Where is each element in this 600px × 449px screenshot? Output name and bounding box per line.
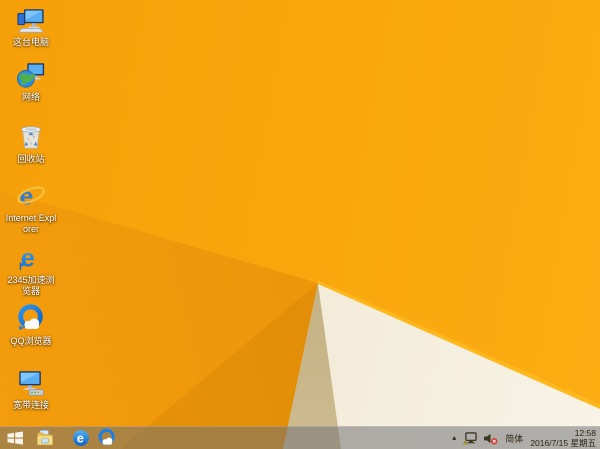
this-pc-icon <box>17 9 44 33</box>
qq-browser-icon <box>18 304 43 331</box>
svg-text:e: e <box>21 244 35 272</box>
desktop-icon-label: Internet Explorer <box>5 213 57 234</box>
desktop-icon-label: 宽带连接 <box>12 400 49 410</box>
svg-text:e: e <box>77 432 84 446</box>
internet-explorer-icon: e <box>17 183 45 210</box>
desktop-icon-label: 2345加速浏览器 <box>7 275 55 296</box>
desktop-icon-recycle-bin[interactable]: 回收站 <box>0 122 62 165</box>
taskbar-file-explorer-button[interactable] <box>32 427 58 449</box>
start-button[interactable] <box>2 427 28 449</box>
tray-overflow-arrow-icon[interactable]: ▴ <box>450 434 458 442</box>
tray-clock[interactable]: 12:58 2016/7/15 星期五 <box>530 428 598 448</box>
clock-date: 2016/7/15 星期五 <box>530 438 596 448</box>
desktop-icon-internet-explorer[interactable]: e Internet Explorer <box>0 181 62 235</box>
taskbar: e ▴ 简体 12:58 2016/7/15 星期五 <box>0 426 600 449</box>
broadband-connection-icon <box>19 371 44 396</box>
windows-logo-icon <box>7 431 23 445</box>
desktop-icon-label: 这台电脑 <box>12 37 49 47</box>
volume-muted-icon[interactable] <box>483 432 498 445</box>
recycle-bin-icon <box>21 126 41 149</box>
clock-time: 12:58 <box>574 428 596 438</box>
desktop-icon-2345-browser[interactable]: e 2345加速浏览器 <box>0 243 62 297</box>
system-tray: ▴ 简体 12:58 2016/7/15 星期五 <box>450 427 598 449</box>
desktop-icon-label: QQ浏览器 <box>10 336 52 346</box>
taskbar-qq-browser-button[interactable] <box>94 427 120 449</box>
desktop-icon-qq-browser[interactable]: QQ浏览器 <box>0 304 62 347</box>
2345-browser-icon: e <box>19 244 35 272</box>
desktop-icon-label: 回收站 <box>17 154 45 164</box>
desktop-icon-broadband[interactable]: 宽带连接 <box>0 368 62 411</box>
input-method-indicator[interactable]: 简体 <box>503 432 525 445</box>
file-explorer-icon <box>37 430 53 445</box>
desktop-icon-network[interactable]: 网络 <box>0 60 62 103</box>
network-icon <box>17 63 45 88</box>
taskbar-2345-browser-button[interactable]: e <box>68 427 94 449</box>
2345-browser-icon: e <box>73 430 89 446</box>
desktop-icon-label: 网络 <box>21 92 40 102</box>
network-warning-icon[interactable] <box>463 431 478 445</box>
desktop-icon-this-pc[interactable]: 这台电脑 <box>0 5 62 48</box>
qq-browser-icon <box>98 428 115 445</box>
